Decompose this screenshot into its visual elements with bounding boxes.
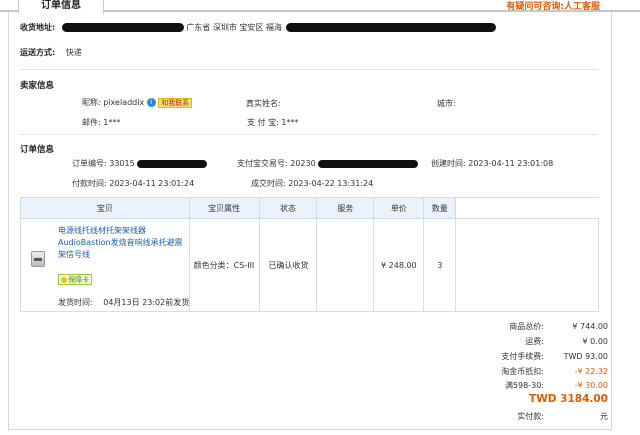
coin-icon bbox=[61, 277, 67, 283]
email-label: 邮件: bbox=[82, 118, 101, 127]
freight: 运费: ¥ 0.00 bbox=[484, 336, 608, 347]
redacted-address bbox=[61, 23, 184, 32]
cell-price: ¥ 248.00 bbox=[373, 218, 425, 312]
info-icon[interactable]: i bbox=[146, 98, 156, 107]
address-label: 收货地址: bbox=[20, 23, 56, 32]
header-attribute: 宝贝属性 bbox=[188, 197, 260, 219]
cell-attribute: 颜色分类：CS-III bbox=[188, 218, 260, 312]
freight-label: 运费: bbox=[525, 337, 544, 346]
shipping-address: 收货地址: 广东省 深圳市 宝安区 福海 bbox=[20, 22, 497, 33]
order-section-title: 订单信息 bbox=[20, 145, 55, 155]
shipping-method: 运送方式: 快递 bbox=[20, 47, 82, 58]
cell-status: 已确认收货 bbox=[258, 218, 318, 312]
guarantee-tag-label: 保障卡 bbox=[68, 276, 89, 284]
customer-service-link[interactable]: 有疑问可咨询:人工客服 bbox=[506, 0, 600, 12]
header-blank bbox=[455, 197, 599, 219]
header-item: 宝贝 bbox=[20, 197, 190, 219]
deal-time: 成交时间: 2023-04-22 13:31:24 bbox=[251, 178, 373, 189]
cell-item: 电源线托线材托架架线器AudioBastion发烧音响线承托避震架信号线 保障卡… bbox=[20, 218, 190, 312]
goods-total: 商品总价: ¥ 744.00 bbox=[484, 321, 608, 332]
table-header-row: 宝贝 宝贝属性 状态 服务 单价 数量 bbox=[20, 197, 599, 219]
alipay-value: 1*** bbox=[281, 118, 299, 127]
trade-number-label: 支付宝交易号: bbox=[237, 159, 288, 168]
redacted-address-detail bbox=[286, 23, 497, 32]
email-value: 1*** bbox=[103, 118, 121, 127]
actual-paid-label: 实付款: bbox=[517, 412, 544, 421]
product-title-link[interactable]: 电源线托线材托架架线器AudioBastion发烧音响线承托避震架信号线 bbox=[58, 225, 188, 261]
actual-paid: 实付款: 元 bbox=[484, 411, 608, 422]
created-time: 创建时间: 2023-04-11 23:01:08 bbox=[431, 158, 553, 169]
ship-time: 发货时间: 04月13日 23:02前发货 bbox=[58, 297, 189, 308]
guarantee-tag[interactable]: 保障卡 bbox=[58, 274, 92, 285]
nickname-label: 昵称: bbox=[82, 98, 101, 107]
order-number: 订单编号: 33015 bbox=[72, 158, 208, 169]
payment-fee: 支付手续费: TWD 93.00 bbox=[484, 351, 608, 362]
payment-fee-label: 支付手续费: bbox=[501, 352, 544, 361]
seller-email: 邮件: 1*** bbox=[82, 117, 120, 128]
grand-total-value: TWD 3184.00 bbox=[529, 393, 608, 405]
address-text: 广东省 深圳市 宝安区 福海 bbox=[186, 23, 282, 32]
goods-total-label: 商品总价: bbox=[509, 322, 544, 331]
order-number-label: 订单编号: bbox=[72, 159, 107, 168]
cell-quantity: 3 bbox=[423, 218, 457, 312]
coin-deduction-value: -¥ 22.32 bbox=[574, 367, 608, 376]
deal-label: 成交时间: bbox=[251, 179, 286, 188]
grand-total: TWD 3184.00 bbox=[529, 393, 608, 405]
nickname-value: pixeladdix bbox=[103, 98, 145, 107]
freight-value: ¥ 0.00 bbox=[582, 337, 608, 346]
product-thumbnail[interactable] bbox=[31, 251, 45, 267]
tab-bar: 订单信息 有疑问可咨询:人工客服 bbox=[0, 0, 640, 14]
paid-value: 2023-04-11 23:01:24 bbox=[109, 179, 195, 188]
divider bbox=[20, 69, 598, 70]
order-items-table: 宝贝 宝贝属性 状态 服务 单价 数量 电源线托线材托架架线器AudioBast… bbox=[20, 197, 599, 312]
payment-fee-value: TWD 93.00 bbox=[563, 352, 608, 361]
redacted-trade-number bbox=[318, 159, 419, 168]
order-number-value: 33015 bbox=[109, 159, 135, 168]
ship-value: 04月13日 23:02前发货 bbox=[103, 298, 190, 307]
seller-realname-label: 真实姓名: bbox=[246, 99, 281, 108]
seller-city-label: 城市: bbox=[437, 99, 456, 108]
divider bbox=[20, 134, 598, 135]
header-price: 单价 bbox=[373, 197, 425, 219]
seller-nickname: 昵称: pixeladdix i 和我联系 bbox=[82, 97, 193, 108]
discount: 满598-30: -¥ 30.00 bbox=[484, 380, 608, 391]
header-quantity: 数量 bbox=[423, 197, 457, 219]
seller-section-title: 卖家信息 bbox=[20, 81, 55, 91]
coin-deduction: 淘金币抵扣: -¥ 22.32 bbox=[484, 366, 608, 377]
method-label: 运送方式: bbox=[20, 48, 56, 57]
cell-service bbox=[316, 218, 375, 312]
created-label: 创建时间: bbox=[431, 159, 466, 168]
header-service: 服务 bbox=[316, 197, 375, 219]
header-status: 状态 bbox=[258, 197, 318, 219]
paid-time: 付款时间: 2023-04-11 23:01:24 bbox=[72, 178, 194, 189]
paid-label: 付款时间: bbox=[72, 179, 107, 188]
trade-number: 支付宝交易号: 20230 bbox=[237, 158, 419, 169]
redacted-order-number bbox=[137, 159, 208, 168]
ship-label: 发货时间: bbox=[58, 298, 93, 307]
goods-total-value: ¥ 744.00 bbox=[572, 322, 608, 331]
actual-paid-unit: 元 bbox=[600, 412, 608, 421]
discount-value: -¥ 30.00 bbox=[574, 381, 608, 390]
seller-alipay: 支 付 宝: 1*** bbox=[247, 117, 298, 128]
trade-number-value: 20230 bbox=[290, 159, 316, 168]
contact-seller-button[interactable]: 和我联系 bbox=[158, 97, 193, 108]
cell-blank bbox=[455, 218, 599, 312]
table-row: 电源线托线材托架架线器AudioBastion发烧音响线承托避震架信号线 保障卡… bbox=[20, 218, 599, 312]
discount-label: 满598-30: bbox=[504, 381, 544, 390]
coin-deduction-label: 淘金币抵扣: bbox=[501, 367, 544, 376]
method-value: 快递 bbox=[65, 48, 82, 57]
deal-value: 2023-04-22 13:31:24 bbox=[288, 179, 374, 188]
alipay-label: 支 付 宝: bbox=[247, 118, 279, 127]
created-value: 2023-04-11 23:01:08 bbox=[468, 159, 554, 168]
